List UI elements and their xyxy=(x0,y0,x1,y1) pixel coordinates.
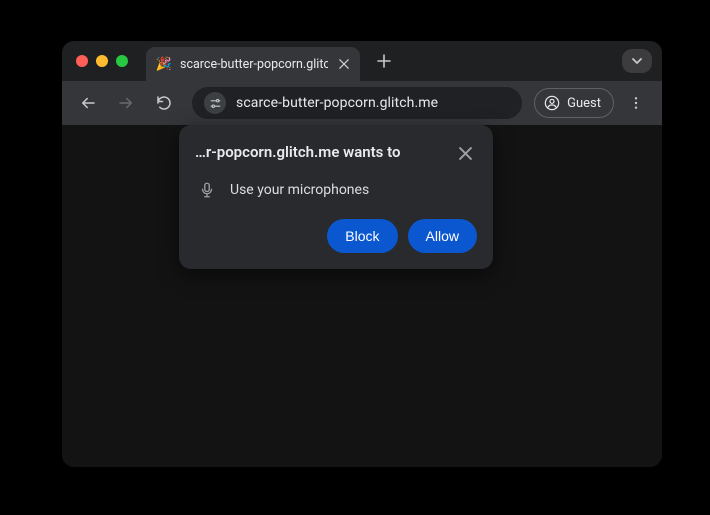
overflow-menu-button[interactable] xyxy=(620,87,652,119)
permission-request-text: Use your microphones xyxy=(230,182,369,198)
address-bar[interactable]: scarce-butter-popcorn.glitch.me xyxy=(192,87,522,119)
profile-button[interactable]: Guest xyxy=(534,88,614,118)
window-maximize-button[interactable] xyxy=(116,55,128,67)
site-settings-button[interactable] xyxy=(204,92,226,114)
window-close-button[interactable] xyxy=(76,55,88,67)
permission-actions: Block Allow xyxy=(195,219,477,253)
window-controls xyxy=(76,55,128,67)
close-icon xyxy=(339,59,349,69)
close-icon xyxy=(459,147,472,160)
arrow-left-icon xyxy=(79,94,97,112)
browser-tab[interactable]: 🎉 scarce-butter-popcorn.glitch xyxy=(146,47,360,81)
page-viewport: …r-popcorn.glitch.me wants to Use your m… xyxy=(62,125,662,467)
chevron-down-icon xyxy=(631,55,643,67)
url-text: scarce-butter-popcorn.glitch.me xyxy=(236,95,438,111)
plus-icon xyxy=(377,54,391,68)
kebab-icon xyxy=(628,95,644,111)
tune-icon xyxy=(209,97,222,110)
block-button[interactable]: Block xyxy=(327,219,397,253)
titlebar: 🎉 scarce-butter-popcorn.glitch xyxy=(62,41,662,81)
toolbar: scarce-butter-popcorn.glitch.me Guest xyxy=(62,81,662,125)
window-dropdown-button[interactable] xyxy=(622,49,652,73)
permission-title: …r-popcorn.glitch.me wants to xyxy=(195,143,400,162)
allow-button[interactable]: Allow xyxy=(408,219,477,253)
forward-button[interactable] xyxy=(110,87,142,119)
back-button[interactable] xyxy=(72,87,104,119)
guest-avatar-icon xyxy=(544,95,560,111)
browser-window: 🎉 scarce-butter-popcorn.glitch xyxy=(62,41,662,467)
microphone-icon xyxy=(198,181,216,199)
tab-close-button[interactable] xyxy=(336,56,352,72)
reload-button[interactable] xyxy=(148,87,180,119)
permission-request-row: Use your microphones xyxy=(195,181,477,199)
permission-dialog: …r-popcorn.glitch.me wants to Use your m… xyxy=(179,125,493,269)
window-minimize-button[interactable] xyxy=(96,55,108,67)
reload-icon xyxy=(155,94,173,112)
arrow-right-icon xyxy=(117,94,135,112)
tab-favicon-icon: 🎉 xyxy=(156,56,172,72)
tab-title: scarce-butter-popcorn.glitch xyxy=(180,57,328,72)
new-tab-button[interactable] xyxy=(370,47,398,75)
permission-close-button[interactable] xyxy=(453,141,477,165)
profile-label: Guest xyxy=(567,96,601,111)
